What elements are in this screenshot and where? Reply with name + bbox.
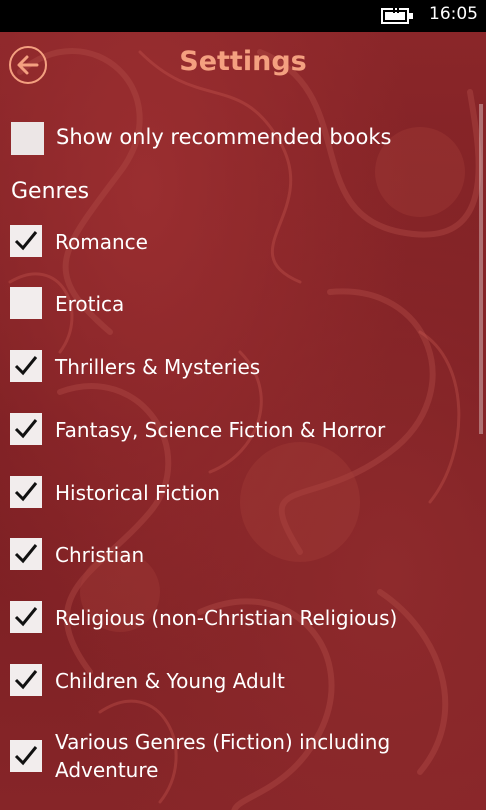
check-icon (14, 419, 38, 439)
genre-label: Christian (55, 543, 145, 567)
check-icon (14, 607, 38, 627)
check-icon (14, 670, 38, 690)
check-icon (14, 231, 38, 251)
genre-checkbox[interactable] (10, 538, 42, 570)
genre-label: Thrillers & Mysteries (55, 355, 261, 379)
genre-checkbox[interactable] (10, 601, 42, 633)
genre-checkbox[interactable] (10, 350, 42, 382)
genre-label: Religious (non-Christian Religious) (55, 606, 398, 630)
check-icon (14, 482, 38, 502)
genre-label: Romance (55, 230, 148, 254)
genre-checkbox[interactable] (10, 476, 42, 508)
genre-label: Children & Young Adult (55, 669, 285, 693)
genre-checkbox[interactable] (10, 664, 42, 696)
genre-label: Fantasy, Science Fiction & Horror (55, 418, 386, 442)
check-icon (14, 746, 38, 766)
genre-list: Romance Erotica Thrillers & Mysteries Fa… (0, 0, 486, 810)
check-icon (14, 544, 38, 564)
genre-label: Erotica (55, 292, 125, 316)
check-icon (14, 356, 38, 376)
genre-checkbox[interactable] (10, 740, 42, 772)
genre-checkbox[interactable] (10, 413, 42, 445)
genre-label: Various Genres (Fiction) including Adven… (55, 730, 391, 782)
genre-checkbox[interactable] (10, 287, 42, 319)
genre-checkbox[interactable] (10, 225, 42, 257)
genre-label: Historical Fiction (55, 481, 220, 505)
